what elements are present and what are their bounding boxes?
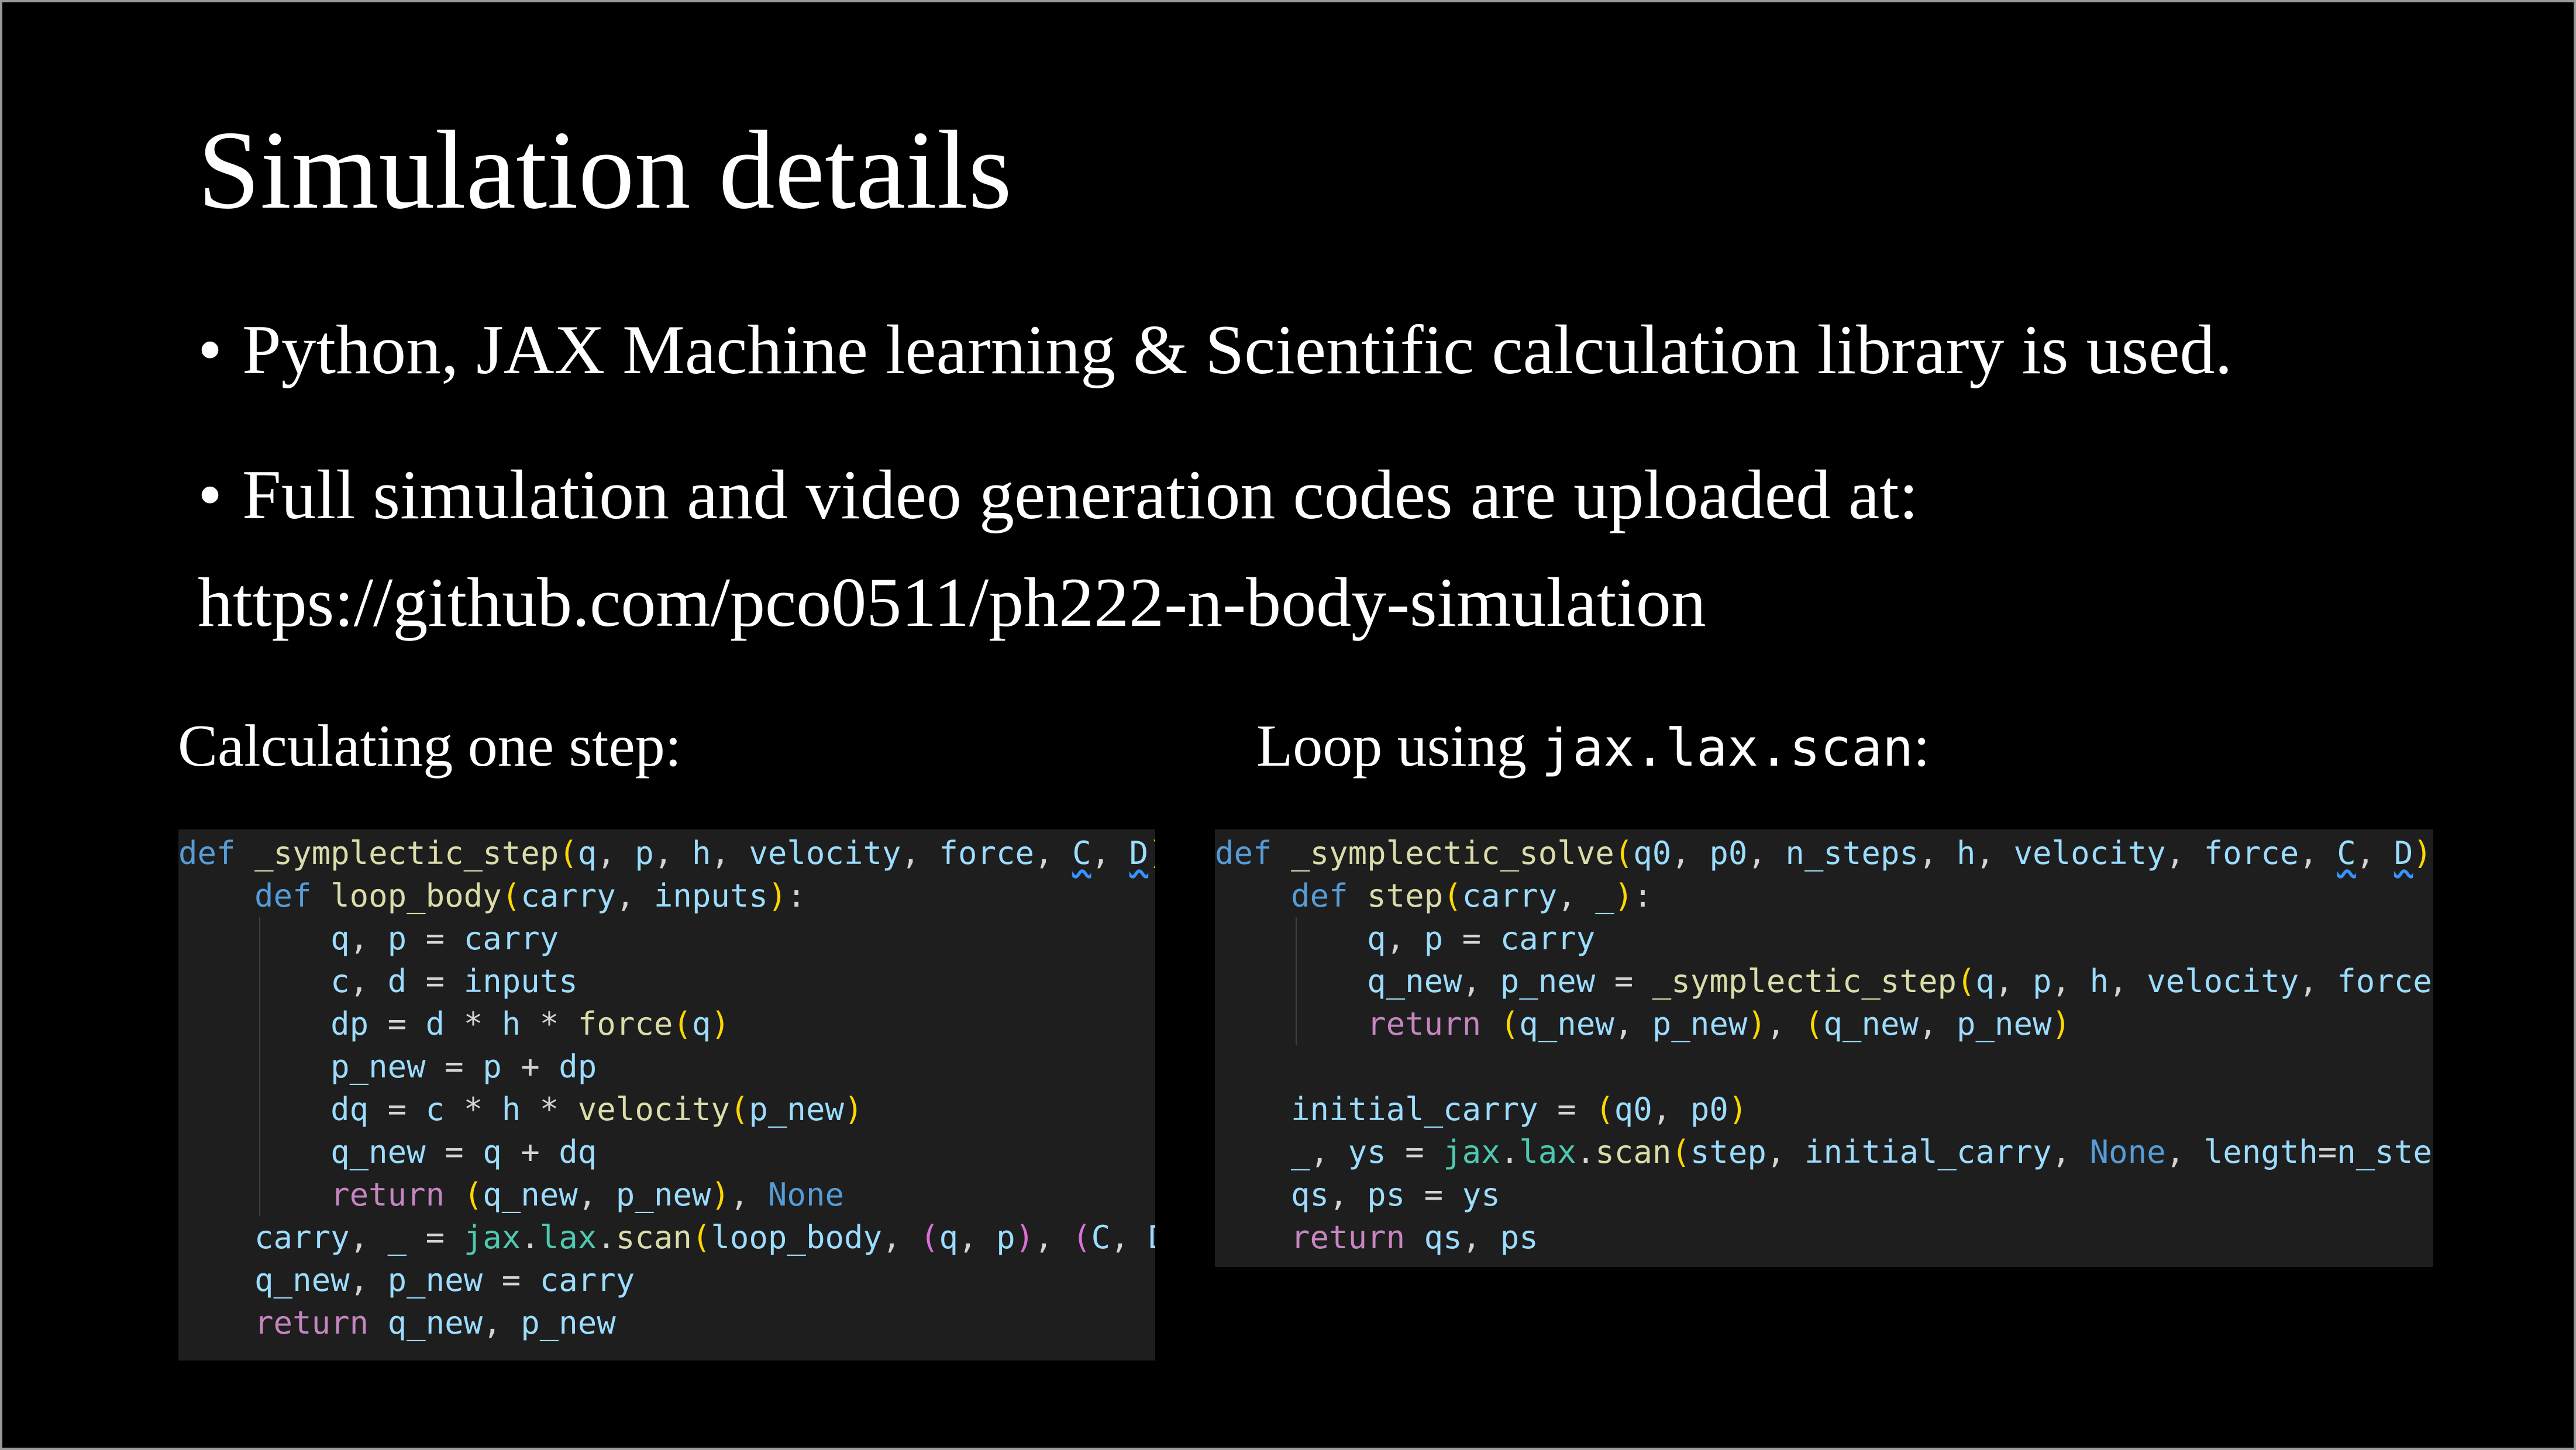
indent-guide [259,917,260,960]
indent-guide [259,960,260,1003]
code-block-symplectic-solve: def _symplectic_solve(q0, p0, n_steps, h… [1215,829,2433,1267]
code-line: q_new = q + dq [178,1131,1155,1173]
code-line: def step(carry, _): [1291,877,1652,914]
code-line: def _symplectic_solve(q0, p0, n_steps, h… [1215,835,2433,872]
bullet-1-text: Python, JAX Machine learning & Scientifi… [242,311,2233,388]
code-line: dq = c * h * velocity(p_new) [178,1088,1155,1131]
code-line: return qs, ps [1291,1219,1538,1256]
code-line: q, p = carry [178,917,1155,960]
caption-left: Calculating one step: [178,713,682,779]
code-line: p_new = p + dp [178,1045,1155,1088]
code-line: initial_carry = (q0, p0) [1291,1091,1748,1128]
indent-guide [1295,960,1297,1003]
indent-guide [1295,1003,1297,1045]
code-line: _, ys = jax.lax.scan(step, initial_carry… [1291,1134,2433,1170]
caption-right-prefix: Loop using [1256,713,1542,779]
code-line: return (q_new, p_new), None [178,1173,1155,1216]
bullet-1: • Python, JAX Machine learning & Scientif… [198,315,2233,385]
code-line: return q_new, p_new [254,1304,616,1341]
code-line: def loop_body(carry, inputs): [254,877,806,914]
code-line: carry, _ = jax.lax.scan(loop_body, (q, p… [254,1219,1155,1256]
indent-guide [259,1088,260,1131]
github-url[interactable]: https://github.com/pco0511/ph222-n-body-… [198,567,1706,638]
indent-guide [259,1045,260,1088]
bullet-marker: • [198,311,223,388]
code-block-symplectic-step: def _symplectic_step(q, p, h, velocity, … [178,829,1155,1361]
code-line: return (q_new, p_new), (q_new, p_new) [1215,1003,2433,1045]
indent-guide [259,1003,260,1045]
bullet-2: • Full simulation and video generation co… [198,460,1919,530]
indent-guide [259,1173,260,1216]
bullet-marker: • [198,456,223,533]
code-line: q, p = carry [1215,917,2433,960]
code-line: q_new, p_new = carry [254,1262,635,1299]
indent-guide [259,1131,260,1173]
caption-right-code: jax.lax.scan [1541,718,1914,778]
indent-guide [1295,917,1297,960]
bullet-2-text: Full simulation and video generation cod… [242,456,1919,533]
code-line: c, d = inputs [178,960,1155,1003]
code-line: qs, ps = ys [1291,1176,1500,1213]
caption-right-suffix: : [1913,713,1930,779]
caption-right: Loop using jax.lax.scan: [1256,717,1930,776]
code-line: dp = d * h * force(q) [178,1003,1155,1045]
code-line: q_new, p_new = _symplectic_step(q, p, h,… [1215,960,2433,1003]
code-line: def _symplectic_step(q, p, h, velocity, … [178,835,1155,872]
slide-title: Simulation details [198,108,1012,232]
